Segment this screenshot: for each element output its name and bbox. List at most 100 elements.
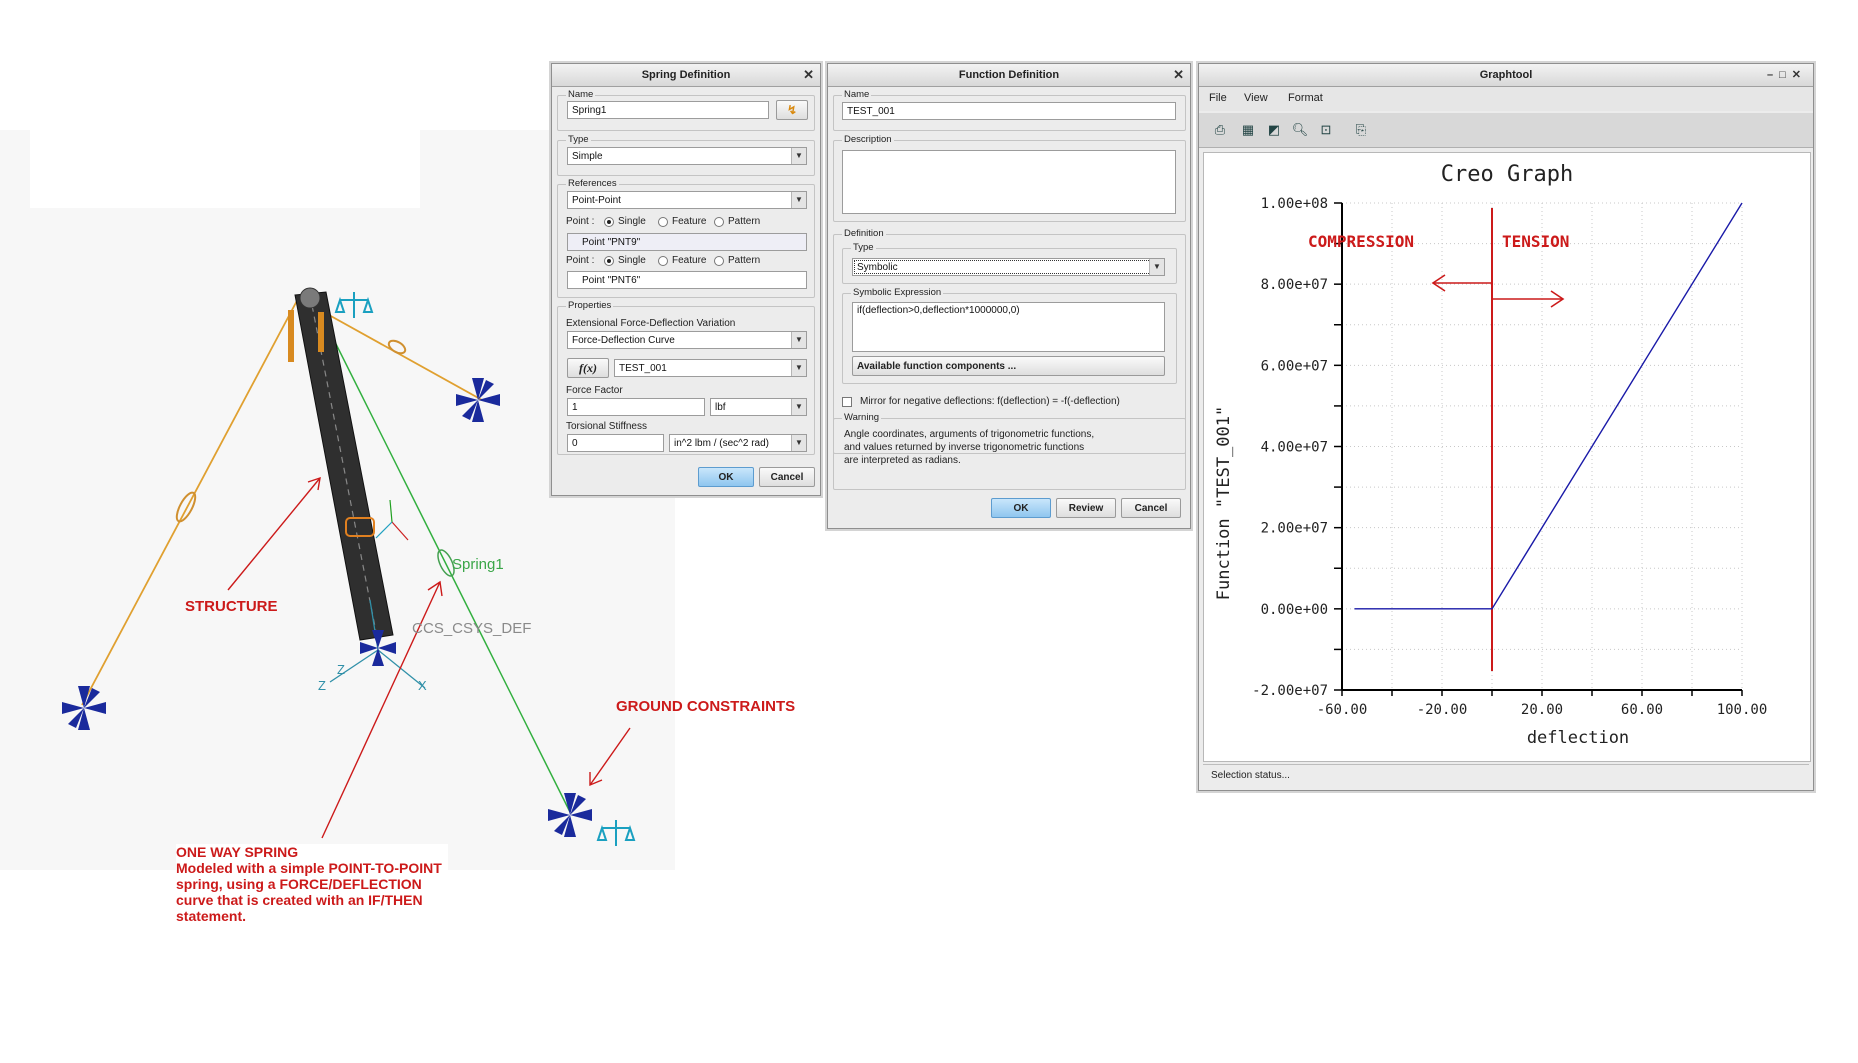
minimize-icon[interactable]: – xyxy=(1767,69,1779,81)
fn-description-group-label: Description xyxy=(842,134,894,145)
spring-cable-left xyxy=(81,294,301,706)
selection-status: Selection status... xyxy=(1211,770,1290,781)
symbolic-expression-textarea[interactable]: if(deflection>0,deflection*1000000,0) xyxy=(852,302,1165,352)
name-group-label: Name xyxy=(566,89,596,100)
export-icon[interactable]: ⎘ xyxy=(1352,121,1370,139)
available-components-button[interactable]: Available function components ... xyxy=(852,356,1165,376)
warning-text: Angle coordinates, arguments of trigonom… xyxy=(844,429,1095,440)
menu-bar: File View Format xyxy=(1199,87,1813,111)
function-description-textarea[interactable] xyxy=(842,150,1176,214)
close-icon[interactable]: ✕ xyxy=(1792,69,1807,81)
point2-radio-pattern[interactable] xyxy=(714,256,724,266)
graph-canvas[interactable]: Creo Graph -60.00 -20.00 20.00 60.00 100.00 1… xyxy=(1203,152,1811,762)
y-tick-label: -2.00e+07 xyxy=(1252,683,1328,699)
torsional-stiffness-input[interactable]: 0 xyxy=(567,434,664,452)
fn-type-group-label: Type xyxy=(851,242,876,253)
creo-graph-chart[interactable]: Creo Graph -60.00 -20.00 20.00 60.00 100.00 1… xyxy=(1204,153,1810,761)
csys-prefix: C xyxy=(412,620,423,637)
maximize-icon[interactable]: □ xyxy=(1779,69,1792,81)
torsional-unit-select[interactable]: in^2 lbm / (sec^2 rad) xyxy=(669,434,807,452)
rename-icon: ↯ xyxy=(786,103,798,117)
spring-coil-right xyxy=(387,339,407,355)
ok-button[interactable]: OK xyxy=(698,467,754,487)
csys-label: CS_CSYS_DEF xyxy=(423,620,532,637)
y-tick-label: 1.00e+08 xyxy=(1261,196,1328,212)
load-balance-icon-top xyxy=(334,292,374,318)
function-name-input[interactable]: TEST_001 xyxy=(842,102,1176,120)
y-tick-label: 6.00e+07 xyxy=(1261,358,1328,374)
mirror-checkbox[interactable] xyxy=(842,397,852,407)
force-factor-input[interactable]: 1 xyxy=(567,398,705,416)
function-select[interactable]: TEST_001 xyxy=(614,359,807,377)
structure-beam xyxy=(294,291,394,641)
radio-pattern-label: Pattern xyxy=(728,255,761,266)
ok-button[interactable]: OK xyxy=(991,498,1051,518)
grid-icon[interactable]: ▦ xyxy=(1239,121,1257,139)
function-type-select[interactable]: Symbolic xyxy=(852,258,1165,276)
radio-pattern-label: Pattern xyxy=(728,216,761,227)
x-tick-label: -20.00 xyxy=(1417,702,1468,718)
point1-radio-single[interactable] xyxy=(604,217,614,227)
edit-name-button[interactable]: ↯ xyxy=(776,100,808,120)
graphtool-title-text: Graphtool xyxy=(1479,69,1533,81)
x-axis-label: deflection xyxy=(1527,728,1629,748)
menu-view[interactable]: View xyxy=(1244,92,1268,104)
zoom-fit-icon[interactable]: ⊡ xyxy=(1317,121,1335,139)
spring-label: Spring1 xyxy=(452,556,504,573)
zoom-in-icon[interactable]: 🔍︎ xyxy=(1291,121,1309,139)
menu-format[interactable]: Format xyxy=(1288,92,1323,104)
menu-file[interactable]: File xyxy=(1209,92,1227,104)
extensional-variation-select[interactable]: Force-Deflection Curve xyxy=(567,331,807,349)
graphtool-window: Graphtool –□✕ File View Format ⎙ ▦ ◩ 🔍︎ … xyxy=(1198,63,1814,791)
function-button[interactable]: f(x) xyxy=(567,358,609,378)
warning-text: are interpreted as radians. xyxy=(844,455,961,466)
ground-constraint-lower-left xyxy=(62,686,106,730)
function-curve xyxy=(1354,202,1743,610)
top-bracket-left xyxy=(288,310,294,362)
printer-icon[interactable]: ⎙ xyxy=(1211,121,1229,139)
structure-arrow xyxy=(227,477,321,591)
point2-collector[interactable]: Point "PNT6" xyxy=(567,271,807,289)
warning-group-label: Warning xyxy=(842,412,882,423)
references-select[interactable]: Point-Point xyxy=(567,191,807,209)
cancel-button[interactable]: Cancel xyxy=(759,467,815,487)
structure-annotation: STRUCTURE xyxy=(185,598,278,615)
one-way-spring-note: ONE WAY SPRING Modeled with a simple POI… xyxy=(176,844,448,924)
warning-text: and values returned by inverse trigonome… xyxy=(844,442,1085,453)
spring-coil-left xyxy=(175,491,197,523)
point2-radio-single[interactable] xyxy=(604,256,614,266)
x-tick-label: -60.00 xyxy=(1317,702,1368,718)
close-icon[interactable]: ✕ xyxy=(803,64,814,86)
x-tick-label: 100.00 xyxy=(1717,702,1768,718)
y-axis-label: Function "TEST_001" xyxy=(1214,406,1234,600)
radio-feature-label: Feature xyxy=(672,255,707,266)
ground-constraints-annotation: GROUND CONSTRAINTS xyxy=(616,698,796,715)
y-tick-label: 2.00e+07 xyxy=(1261,521,1328,537)
spring-note-line: Modeled with a simple POINT-TO-POINT xyxy=(176,860,442,876)
review-button[interactable]: Review xyxy=(1056,498,1116,518)
radio-single-label: Single xyxy=(618,255,646,266)
mirror-label: Mirror for negative deflections: f(defle… xyxy=(860,396,1120,407)
spring-name-input[interactable]: Spring1 xyxy=(567,101,769,119)
point1-label: Point : xyxy=(566,216,595,227)
load-balance-icon-bottom xyxy=(596,820,636,846)
close-icon[interactable]: ✕ xyxy=(1173,64,1184,86)
point1-collector[interactable]: Point "PNT9" xyxy=(567,233,807,251)
spring-type-select[interactable]: Simple xyxy=(567,147,807,165)
x-tick-label: 20.00 xyxy=(1521,702,1563,718)
spring-dialog-title-text: Spring Definition xyxy=(641,69,731,81)
graph-toolbar: ⎙ ▦ ◩ 🔍︎ ⊡ ⎘ xyxy=(1199,113,1813,148)
cancel-button[interactable]: Cancel xyxy=(1121,498,1181,518)
axis-z-label: Z xyxy=(318,678,326,693)
spring-dialog-title: Spring Definition ✕ xyxy=(552,64,820,87)
ground-constraint-lower-right xyxy=(548,793,592,837)
point1-radio-pattern[interactable] xyxy=(714,217,724,227)
radio-single-label: Single xyxy=(618,216,646,227)
edit-graph-icon[interactable]: ◩ xyxy=(1265,121,1283,139)
point1-radio-feature[interactable] xyxy=(658,217,668,227)
force-unit-select[interactable]: lbf xyxy=(710,398,807,416)
status-bar: Selection status... xyxy=(1203,764,1809,787)
y-tick-label: 4.00e+07 xyxy=(1261,440,1328,456)
point2-radio-feature[interactable] xyxy=(658,256,668,266)
y-tick-label: 8.00e+07 xyxy=(1261,277,1328,293)
